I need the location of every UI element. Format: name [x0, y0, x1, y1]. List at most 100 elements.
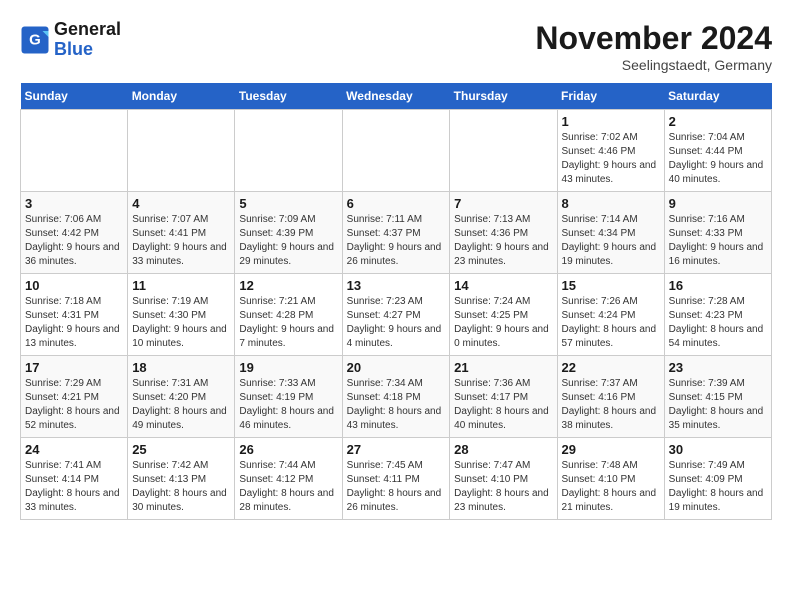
location: Seelingstaedt, Germany [535, 57, 772, 73]
weekday-header: Friday [557, 83, 664, 110]
day-number: 17 [25, 360, 123, 375]
calendar-cell: 21 Sunrise: 7:36 AMSunset: 4:17 PMDayligh… [450, 356, 557, 438]
calendar-week-row: 17 Sunrise: 7:29 AMSunset: 4:21 PMDayligh… [21, 356, 772, 438]
logo-line1: General [54, 20, 121, 40]
calendar-cell: 19Sunrise: 7:33 AMSunset: 4:19 PMDayligh… [235, 356, 342, 438]
weekday-header: Thursday [450, 83, 557, 110]
calendar-cell: 24 Sunrise: 7:41 AMSunset: 4:14 PMDayligh… [21, 438, 128, 520]
day-info: Sunrise: 7:34 AMSunset: 4:18 PMDaylight:… [347, 377, 446, 433]
calendar-cell: 18 Sunrise: 7:31 AMSunset: 4:20 PMDayligh… [128, 356, 235, 438]
day-info: Sunrise: 7:42 AMSunset: 4:13 PMDaylight:… [132, 459, 230, 515]
day-info: Sunrise: 7:41 AMSunset: 4:14 PMDaylight:… [25, 459, 123, 515]
calendar-cell: 11 Sunrise: 7:19 AMSunset: 4:30 PMDayligh… [128, 274, 235, 356]
day-number: 12 [239, 278, 337, 293]
calendar-cell: 28 Sunrise: 7:47 AMSunset: 4:10 PMDayligh… [450, 438, 557, 520]
calendar-cell [235, 110, 342, 192]
calendar-cell: 12 Sunrise: 7:21 AMSunset: 4:28 PMDayligh… [235, 274, 342, 356]
calendar-cell: 22 Sunrise: 7:37 AMSunset: 4:16 PMDayligh… [557, 356, 664, 438]
calendar-table: SundayMondayTuesdayWednesdayThursdayFrid… [20, 83, 772, 520]
day-number: 24 [25, 442, 123, 457]
day-info: Sunrise: 7:24 AMSunset: 4:25 PMDaylight:… [454, 295, 552, 351]
calendar-cell: 25 Sunrise: 7:42 AMSunset: 4:13 PMDayligh… [128, 438, 235, 520]
day-number: 5 [239, 196, 337, 211]
calendar-cell: 7Sunrise: 7:13 AMSunset: 4:36 PMDaylight… [450, 192, 557, 274]
day-number: 9 [669, 196, 767, 211]
calendar-week-row: 10 Sunrise: 7:18 AMSunset: 4:31 PMDayligh… [21, 274, 772, 356]
calendar-cell: 10 Sunrise: 7:18 AMSunset: 4:31 PMDayligh… [21, 274, 128, 356]
day-info: Sunrise: 7:04 AMSunset: 4:44 PMDaylight:… [669, 131, 767, 187]
day-number: 14 [454, 278, 552, 293]
day-info: Sunrise: 7:29 AMSunset: 4:21 PMDaylight:… [25, 377, 123, 433]
logo: G General Blue [20, 20, 121, 60]
day-number: 29 [562, 442, 660, 457]
calendar-cell: 13Sunrise: 7:23 AMSunset: 4:27 PMDayligh… [342, 274, 450, 356]
calendar-cell: 27 Sunrise: 7:45 AMSunset: 4:11 PMDayligh… [342, 438, 450, 520]
day-number: 2 [669, 114, 767, 129]
month-title: November 2024 [535, 20, 772, 57]
calendar-cell: 2 Sunrise: 7:04 AMSunset: 4:44 PMDaylight… [664, 110, 771, 192]
day-info: Sunrise: 7:31 AMSunset: 4:20 PMDaylight:… [132, 377, 230, 433]
calendar-cell [21, 110, 128, 192]
day-number: 27 [347, 442, 446, 457]
day-info: Sunrise: 7:36 AMSunset: 4:17 PMDaylight:… [454, 377, 552, 433]
page-header: G General Blue November 2024 Seelingstae… [20, 20, 772, 73]
day-number: 13 [347, 278, 446, 293]
day-info: Sunrise: 7:33 AMSunset: 4:19 PMDaylight:… [239, 377, 337, 433]
day-number: 22 [562, 360, 660, 375]
day-info: Sunrise: 7:37 AMSunset: 4:16 PMDaylight:… [562, 377, 660, 433]
weekday-header-row: SundayMondayTuesdayWednesdayThursdayFrid… [21, 83, 772, 110]
calendar-cell: 8 Sunrise: 7:14 AMSunset: 4:34 PMDaylight… [557, 192, 664, 274]
calendar-cell: 1 Sunrise: 7:02 AMSunset: 4:46 PMDaylight… [557, 110, 664, 192]
day-info: Sunrise: 7:21 AMSunset: 4:28 PMDaylight:… [239, 295, 337, 351]
calendar-cell: 14 Sunrise: 7:24 AMSunset: 4:25 PMDayligh… [450, 274, 557, 356]
day-info: Sunrise: 7:07 AMSunset: 4:41 PMDaylight:… [132, 213, 230, 269]
calendar-cell [450, 110, 557, 192]
weekday-header: Tuesday [235, 83, 342, 110]
day-number: 30 [669, 442, 767, 457]
day-info: Sunrise: 7:16 AMSunset: 4:33 PMDaylight:… [669, 213, 767, 269]
day-number: 11 [132, 278, 230, 293]
day-number: 21 [454, 360, 552, 375]
calendar-cell: 6Sunrise: 7:11 AMSunset: 4:37 PMDaylight… [342, 192, 450, 274]
calendar-cell: 20Sunrise: 7:34 AMSunset: 4:18 PMDayligh… [342, 356, 450, 438]
day-info: Sunrise: 7:14 AMSunset: 4:34 PMDaylight:… [562, 213, 660, 269]
day-number: 23 [669, 360, 767, 375]
day-info: Sunrise: 7:18 AMSunset: 4:31 PMDaylight:… [25, 295, 123, 351]
day-number: 15 [562, 278, 660, 293]
day-info: Sunrise: 7:44 AMSunset: 4:12 PMDaylight:… [239, 459, 337, 515]
calendar-cell: 3 Sunrise: 7:06 AMSunset: 4:42 PMDaylight… [21, 192, 128, 274]
day-info: Sunrise: 7:09 AMSunset: 4:39 PMDaylight:… [239, 213, 337, 269]
weekday-header: Sunday [21, 83, 128, 110]
day-info: Sunrise: 7:47 AMSunset: 4:10 PMDaylight:… [454, 459, 552, 515]
day-number: 4 [132, 196, 230, 211]
day-number: 1 [562, 114, 660, 129]
day-info: Sunrise: 7:49 AMSunset: 4:09 PMDaylight:… [669, 459, 767, 515]
day-number: 10 [25, 278, 123, 293]
day-number: 25 [132, 442, 230, 457]
title-block: November 2024 Seelingstaedt, Germany [535, 20, 772, 73]
day-info: Sunrise: 7:11 AMSunset: 4:37 PMDaylight:… [347, 213, 446, 269]
day-number: 16 [669, 278, 767, 293]
day-info: Sunrise: 7:06 AMSunset: 4:42 PMDaylight:… [25, 213, 123, 269]
day-number: 8 [562, 196, 660, 211]
calendar-week-row: 3 Sunrise: 7:06 AMSunset: 4:42 PMDaylight… [21, 192, 772, 274]
day-info: Sunrise: 7:02 AMSunset: 4:46 PMDaylight:… [562, 131, 660, 187]
day-number: 3 [25, 196, 123, 211]
day-number: 28 [454, 442, 552, 457]
logo-icon: G [20, 25, 50, 55]
logo-line2: Blue [54, 40, 121, 60]
day-info: Sunrise: 7:13 AMSunset: 4:36 PMDaylight:… [454, 213, 552, 269]
calendar-cell: 16Sunrise: 7:28 AMSunset: 4:23 PMDayligh… [664, 274, 771, 356]
calendar-cell: 26Sunrise: 7:44 AMSunset: 4:12 PMDayligh… [235, 438, 342, 520]
calendar-cell: 17 Sunrise: 7:29 AMSunset: 4:21 PMDayligh… [21, 356, 128, 438]
day-info: Sunrise: 7:45 AMSunset: 4:11 PMDaylight:… [347, 459, 446, 515]
calendar-cell: 29 Sunrise: 7:48 AMSunset: 4:10 PMDayligh… [557, 438, 664, 520]
weekday-header: Wednesday [342, 83, 450, 110]
calendar-cell: 15Sunrise: 7:26 AMSunset: 4:24 PMDayligh… [557, 274, 664, 356]
day-info: Sunrise: 7:19 AMSunset: 4:30 PMDaylight:… [132, 295, 230, 351]
weekday-header: Monday [128, 83, 235, 110]
day-info: Sunrise: 7:48 AMSunset: 4:10 PMDaylight:… [562, 459, 660, 515]
day-number: 18 [132, 360, 230, 375]
calendar-cell: 5 Sunrise: 7:09 AMSunset: 4:39 PMDaylight… [235, 192, 342, 274]
calendar-cell: 4 Sunrise: 7:07 AMSunset: 4:41 PMDaylight… [128, 192, 235, 274]
